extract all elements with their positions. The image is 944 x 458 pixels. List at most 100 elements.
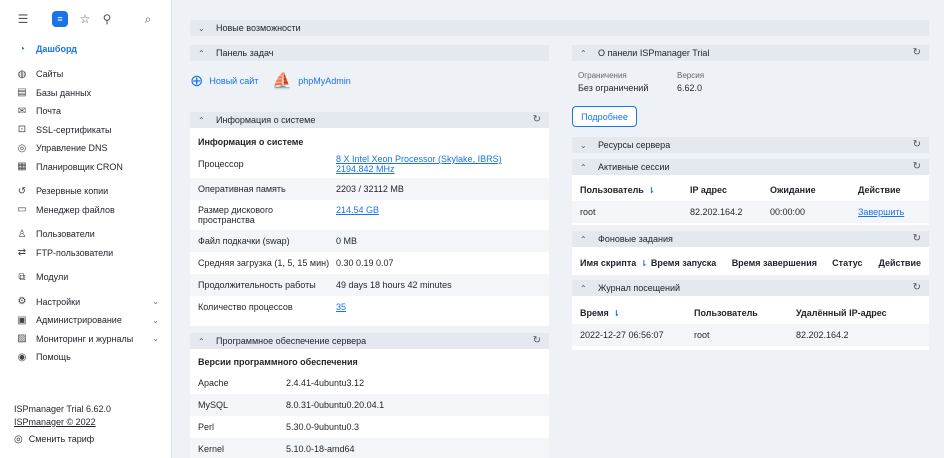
sysinfo-key: Оперативная память	[198, 184, 286, 194]
taskbar-header[interactable]: ⌃ Панель задач	[190, 45, 549, 61]
sessions-title: Активные сессии	[598, 162, 670, 172]
table-row: Размер дискового пространства 214.54 GB	[190, 200, 549, 230]
sort-icon: ⇂	[638, 259, 648, 268]
more-button[interactable]: Подробнее	[572, 106, 637, 127]
version-label: Версия	[677, 71, 705, 80]
phpmyadmin-link[interactable]: ⛵ phpMyAdmin	[272, 71, 350, 91]
refresh-icon[interactable]: ↻	[913, 139, 921, 150]
session-ip: 82.202.164.2	[690, 207, 743, 217]
sidebar-item-label: Сайты	[36, 69, 64, 80]
column-header[interactable]: Пользователь ⇂	[580, 185, 690, 195]
chevron-up-icon: ⌃	[198, 336, 205, 346]
sidebar-item-cron[interactable]: ▦ Планировщик CRON	[0, 158, 171, 177]
session-idle: 00:00:00	[770, 207, 806, 217]
table-header: Время ⇂ Пользователь Удалённый IP-адрес	[572, 302, 929, 324]
about-header[interactable]: ⌃ О панели ISPmanager Trial ↻	[572, 45, 929, 61]
column-header[interactable]: Имя скрипта ⇂	[580, 258, 651, 268]
software-name: MySQL	[198, 400, 229, 410]
sidebar-item-label: Резервные копии	[36, 186, 109, 197]
table-row: 2022-12-27 06:56:07 root 82.202.164.2	[572, 324, 929, 346]
sidebar-item-label: FTP-пользователи	[36, 247, 114, 258]
change-tariff-button[interactable]: ◎ Сменить тариф	[14, 433, 111, 446]
sidebar-item-modules[interactable]: ⧉ Модули	[0, 268, 171, 287]
sidebar-item-sites[interactable]: ◍ Сайты	[0, 65, 171, 84]
software-header[interactable]: ⌃ Программное обеспечение сервера ↻	[190, 333, 549, 349]
lock-icon: ⊡	[17, 124, 27, 136]
calendar-icon: ▦	[17, 161, 27, 173]
chevron-up-icon: ⌃	[580, 48, 587, 58]
favorites-icon[interactable]: ⚲	[96, 8, 118, 30]
sidebar-item-label: Помощь	[36, 352, 71, 363]
backup-icon: ↺	[17, 185, 27, 197]
sysinfo-key: Процессор	[198, 159, 244, 169]
phpmyadmin-label: phpMyAdmin	[298, 76, 351, 86]
refresh-icon[interactable]: ↻	[533, 335, 541, 346]
sidebar-item-help[interactable]: ◉ Помощь	[0, 348, 171, 367]
table-row: Оперативная память 2203 / 32112 MB	[190, 178, 549, 200]
taskbar-panel: ⊕ Новый сайт ⛵ phpMyAdmin	[190, 61, 549, 103]
change-tariff-label: Сменить тариф	[28, 434, 95, 444]
sysinfo-title: Информация о системе	[216, 115, 316, 125]
menu-icon[interactable]: ☰	[12, 8, 34, 30]
sysinfo-header[interactable]: ⌃ Информация о системе ↻	[190, 112, 549, 128]
sysinfo-heading: Информация о системе	[198, 137, 304, 147]
sidebar-item-mail[interactable]: ✉ Почта	[0, 102, 171, 121]
sidebar-item-label: Модули	[36, 272, 69, 283]
whats-new-header[interactable]: ⌄ Новые возможности	[190, 20, 929, 36]
new-site-link[interactable]: ⊕ Новый сайт	[190, 71, 258, 91]
sidebar-item-backups[interactable]: ↺ Резервные копии	[0, 182, 171, 201]
refresh-icon[interactable]: ↻	[533, 114, 541, 125]
ftp-icon: ⇄	[17, 247, 27, 259]
sessions-header[interactable]: ⌃ Активные сессии ↻	[572, 159, 929, 175]
table-row: Apache 2.4.41-4ubuntu3.12	[190, 372, 549, 394]
refresh-icon[interactable]: ↻	[913, 233, 921, 244]
sidebar-item-administration[interactable]: ▣ Администрирование ⌄	[0, 311, 171, 330]
sidebar-item-label: Управление DNS	[36, 143, 108, 154]
column-header: Пользователь	[694, 308, 758, 318]
visit-time: 2022-12-27 06:56:07	[580, 330, 664, 340]
star-icon[interactable]: ☆	[74, 8, 96, 30]
visit-ip: 82.202.164.2	[796, 330, 849, 340]
refresh-icon[interactable]: ↻	[913, 282, 921, 293]
software-version: 5.30.0-9ubuntu0.3	[286, 422, 360, 432]
resources-header[interactable]: ⌄ Ресурсы сервера ↻	[572, 137, 929, 153]
software-panel: Версии программного обеспечения Apache 2…	[190, 349, 549, 458]
sysinfo-value: 0 MB	[336, 236, 358, 246]
refresh-icon[interactable]: ↻	[913, 47, 921, 58]
sidebar-item-monitoring[interactable]: ▨ Мониторинг и журналы ⌄	[0, 330, 171, 349]
sort-icon: ⇂	[645, 186, 655, 195]
disk-value-link[interactable]: 214.54 GB	[336, 205, 541, 215]
sidebar-toolbar: ☰ ≡ ☆ ⚲ ⌕	[0, 0, 171, 38]
sidebar-item-users[interactable]: ♙ Пользователи	[0, 225, 171, 244]
visits-header[interactable]: ⌃ Журнал посещений ↻	[572, 280, 929, 296]
terminate-session-link[interactable]: Завершить	[858, 207, 904, 217]
processes-value-link[interactable]: 35	[336, 302, 541, 312]
background-jobs-panel: Имя скрипта ⇂ Время запуска Время заверш…	[572, 247, 929, 275]
cpu-value-link[interactable]: 8 X Intel Xeon Processor (Skylake, IBRS)…	[336, 154, 541, 174]
sidebar-item-settings[interactable]: ⚙ Настройки ⌄	[0, 293, 171, 312]
sidebar-item-file-manager[interactable]: ▭ Менеджер файлов	[0, 201, 171, 220]
chevron-down-icon: ⌄	[152, 334, 159, 344]
software-name: Apache	[198, 378, 229, 388]
sysinfo-value: 0.30 0.19 0.07	[336, 258, 394, 268]
search-icon[interactable]: ⌕	[137, 8, 159, 30]
sessions-panel: Пользователь ⇂ IP адрес Ожидание Действи…	[572, 175, 929, 225]
whats-new-title: Новые возможности	[216, 23, 301, 33]
phpmyadmin-icon: ⛵	[272, 73, 293, 90]
sidebar-item-label: Дашборд	[36, 44, 77, 54]
sidebar-item-ssl[interactable]: ⊡ SSL-сертификаты	[0, 121, 171, 140]
sidebar-item-databases[interactable]: ▤ Базы данных	[0, 84, 171, 103]
table-row: Файл подкачки (swap) 0 MB	[190, 230, 549, 252]
sysinfo-key: Размер дискового пространства	[198, 205, 274, 225]
column-header[interactable]: Время ⇂	[580, 308, 694, 318]
sidebar-item-dns[interactable]: ◎ Управление DNS	[0, 139, 171, 158]
sidebar-item-dashboard[interactable]: ◔ Дашборд	[0, 39, 171, 59]
copyright-link[interactable]: ISPmanager © 2022	[14, 416, 111, 429]
sidebar-footer: ISPmanager Trial 6.62.0 ISPmanager © 202…	[14, 403, 111, 446]
refresh-icon[interactable]: ↻	[913, 161, 921, 172]
help-icon: ◉	[17, 351, 27, 363]
visits-panel: Время ⇂ Пользователь Удалённый IP-адрес …	[572, 296, 929, 350]
list-view-icon[interactable]: ≡	[52, 11, 68, 27]
background-jobs-header[interactable]: ⌃ Фоновые задания ↻	[572, 231, 929, 247]
sidebar-item-ftp-users[interactable]: ⇄ FTP-пользователи	[0, 244, 171, 263]
